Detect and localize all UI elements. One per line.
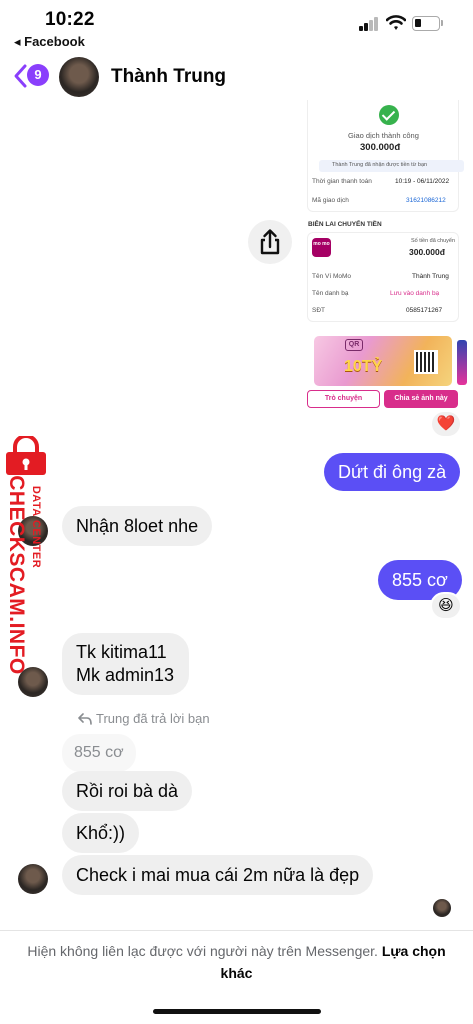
received-message[interactable]: Check i mai mua cái 2m nữa là đẹp [62,855,374,895]
watermark-sub: DATA CENTER [30,485,42,569]
received-message[interactable]: Nhận 8loet nhe [62,506,213,546]
txn-status: Giao dịch thành công [348,131,419,140]
back-to-app-link[interactable]: ◂ Facebook [14,34,85,50]
battery-icon [412,16,440,31]
shared-receipt-image[interactable]: Giao dịch thành công 300.000đ Thành Trun… [301,100,473,410]
status-time: 10:22 [45,9,95,30]
notice-text: Thành Trung đã nhận được tiền từ bạn [332,162,428,168]
reply-header: Trung đã trả lời bạn [96,711,210,726]
notice-strip: Thành Trung đã nhận được tiền từ bạn [319,160,464,172]
signal-icon [359,17,379,31]
footer-divider [0,930,473,931]
received-message[interactable]: Rồi roi bà dà [62,771,193,811]
laugh-reaction[interactable]: 😆 [430,592,462,620]
receipt-title: BIÊN LAI CHUYỂN TIỀN [308,221,382,228]
share-button[interactable] [248,220,292,264]
success-check-icon [379,105,399,125]
heart-reaction[interactable]: ❤️ [430,410,462,438]
unavailable-notice: Hiện không liên lạc được với người này t… [18,940,455,984]
promo-banner: QR 10TỶ [314,336,452,386]
txn-id-value: 31621086212 [406,197,446,204]
credentials-line-2: Mk admin13 [76,665,175,685]
wallet-label: Tên Ví MoMo [312,273,352,280]
momo-logo: mo mo [312,238,331,257]
phone-value: 0585171267 [406,307,443,314]
transferred-label: Số tiền đã chuyển [411,238,456,244]
share-image-button: Chia sẻ ảnh này [384,390,458,408]
transferred-value: 300.000đ [409,247,445,257]
qr-code-icon [414,350,438,374]
received-message-credentials[interactable]: Tk kitima11 Mk admin13 [62,633,189,695]
unread-badge[interactable]: 9 [27,64,49,86]
contact-avatar[interactable] [59,57,99,97]
watermark-sub-wrap: DATA CENTER [27,480,45,574]
battery-tip [441,20,443,26]
chat-button: Trò chuyện [307,390,380,408]
contact-avatar-small [18,864,48,894]
chevron-left-icon[interactable] [12,63,28,89]
phone-label: SĐT [312,307,325,314]
receipt-card: mo mo Số tiền đã chuyển 300.000đ Tên Ví … [307,232,459,322]
contact-label: Tên danh bạ [312,290,349,297]
sent-message[interactable]: Dứt đi ông zà [324,453,461,491]
reply-icon [78,713,92,725]
contact-name[interactable]: Thành Trung [111,66,226,88]
banner-logo: QR [345,339,363,351]
share-icon [260,229,280,255]
credentials-line-1: Tk kitima11 [76,642,167,662]
wallet-value: Thành Trung [412,273,449,280]
save-contact-link: Lưu vào danh bạ [390,290,440,297]
transaction-card: Giao dịch thành công 300.000đ Thành Trun… [307,100,464,212]
time-label: Thời gian thanh toán [312,178,372,185]
time-value: 10:19 - 06/11/2022 [395,178,450,185]
banner-prize: 10TỶ [344,358,383,375]
received-message[interactable]: Khổ:)) [62,813,140,853]
txn-amount: 300.000đ [360,142,401,153]
lock-icon [6,436,46,475]
banner-next-slide [457,340,467,385]
unavailable-text: Hiện không liên lạc được với người này t… [27,943,378,959]
txn-id-label: Mã giao dịch [312,197,349,204]
quoted-message[interactable]: 855 cơ [62,734,136,772]
seen-avatar [433,899,451,917]
home-indicator [153,1009,321,1014]
wifi-icon [386,15,406,30]
watermark-site: CHECKSCAM.INFO [5,475,28,675]
